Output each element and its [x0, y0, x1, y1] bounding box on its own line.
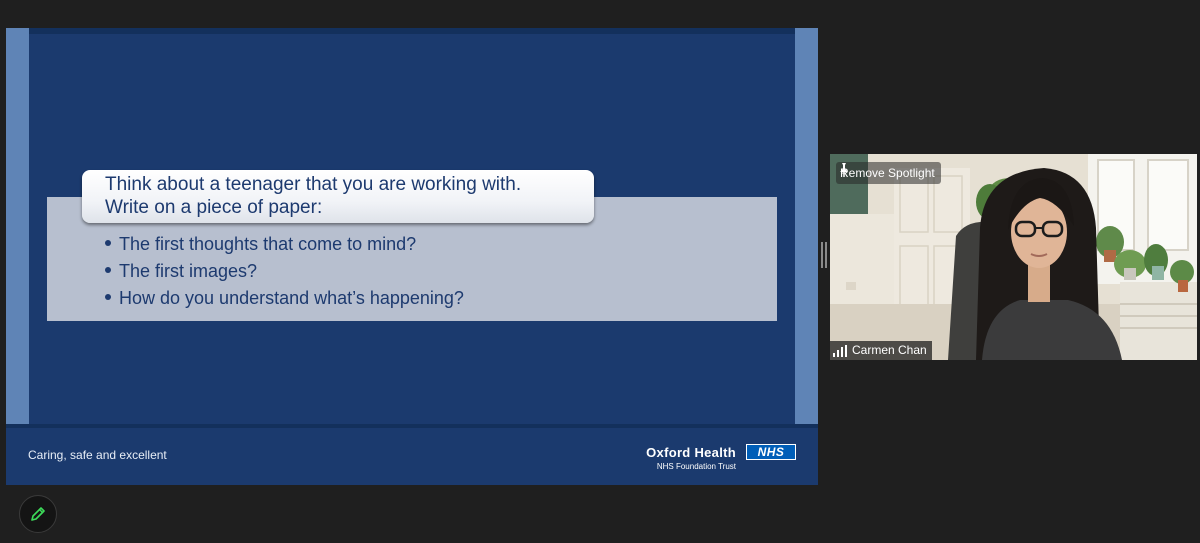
resize-grip-line	[821, 242, 823, 268]
participant-video-frame	[830, 154, 1197, 360]
footer-tagline: Caring, safe and excellent	[28, 448, 167, 462]
slide-right-bar	[795, 28, 818, 424]
bullet-item: The first thoughts that come to mind?	[105, 231, 464, 258]
shared-slide: The first thoughts that come to mind? Th…	[6, 28, 818, 485]
slide-top-strip	[6, 28, 818, 34]
resize-grip-line	[825, 242, 827, 268]
org-subtitle: NHS Foundation Trust	[656, 462, 736, 471]
slide-title-box: Think about a teenager that you are work…	[82, 170, 594, 223]
bullet-item: The first images?	[105, 258, 464, 285]
participant-video-tile[interactable]: Remove Spotlight Carmen Chan	[830, 154, 1197, 360]
bullet-item: How do you understand what’s happening?	[105, 285, 464, 312]
signal-strength-icon	[833, 344, 847, 357]
nhs-logo: NHS	[746, 444, 796, 460]
slide-footer: Caring, safe and excellent Oxford Health…	[6, 428, 818, 485]
participant-name: Carmen Chan	[852, 343, 927, 357]
bullet-dot	[105, 294, 111, 301]
nhs-badge-text: NHS	[747, 445, 795, 459]
slide-left-bar	[6, 28, 29, 424]
org-logo-text: Oxford Health NHS Foundation Trust	[628, 445, 736, 471]
bullet-dot	[105, 267, 111, 274]
remove-spotlight-button[interactable]: Remove Spotlight	[836, 162, 941, 184]
pencil-icon	[31, 507, 45, 521]
participant-name-tag: Carmen Chan	[830, 341, 932, 360]
slide-title-line-1: Think about a teenager that you are work…	[105, 174, 522, 195]
slide-title-line-2: Write on a piece of paper:	[105, 197, 323, 218]
slide-bullet-list: The first thoughts that come to mind? Th…	[105, 231, 464, 312]
annotate-button[interactable]	[19, 495, 57, 533]
org-name: Oxford Health	[646, 445, 736, 460]
panel-resize-handle[interactable]	[821, 242, 827, 268]
pin-icon	[840, 163, 848, 177]
remove-spotlight-label: Remove Spotlight	[840, 166, 935, 180]
bullet-dot	[105, 240, 111, 247]
